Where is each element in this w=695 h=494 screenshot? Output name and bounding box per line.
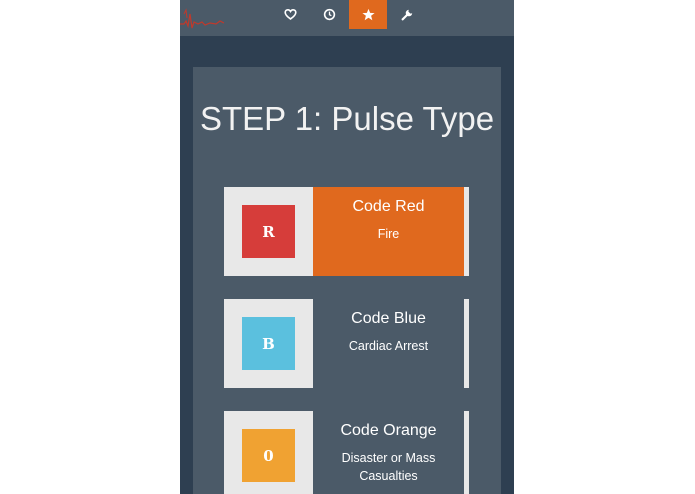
code-blue-description: Cardiac Arrest [348, 339, 429, 353]
app-window: STEP 1: Pulse Type R Code Red Fire B Cod… [180, 0, 514, 494]
nav-heart-tab[interactable] [271, 0, 309, 29]
code-orange-name: Code Orange [340, 422, 437, 439]
code-orange-body: Code Orange Disaster or Mass Casualties [313, 411, 464, 494]
code-orange-option[interactable]: 0 Code Orange Disaster or Mass Casualtie… [224, 411, 469, 494]
code-orange-icon-box: 0 [224, 411, 313, 494]
code-blue-icon-box: B [224, 299, 313, 388]
code-red-body: Code Red Fire [313, 187, 464, 276]
wrench-icon [401, 9, 412, 21]
code-blue-option[interactable]: B Code Blue Cardiac Arrest [224, 299, 469, 388]
top-nav-bar [180, 0, 514, 36]
nav-star-tab[interactable] [349, 0, 387, 29]
code-blue-letter-badge: B [242, 317, 295, 370]
card-edge [464, 299, 469, 388]
code-red-description: Fire [377, 227, 400, 241]
code-blue-name: Code Blue [351, 310, 426, 327]
clock-icon [323, 8, 335, 21]
nav-clock-tab[interactable] [310, 0, 348, 29]
code-red-option[interactable]: R Code Red Fire [224, 187, 469, 276]
code-red-name: Code Red [352, 198, 425, 215]
content-panel: STEP 1: Pulse Type R Code Red Fire B Cod… [193, 67, 501, 494]
card-edge [464, 411, 469, 494]
code-red-icon-box: R [224, 187, 313, 276]
code-orange-description: Disaster or Mass Casualties [341, 451, 436, 483]
code-blue-body: Code Blue Cardiac Arrest [313, 299, 464, 388]
code-red-letter-badge: R [242, 205, 295, 258]
code-orange-letter-badge: 0 [242, 429, 295, 482]
heart-icon [283, 8, 297, 20]
star-icon [361, 8, 375, 21]
heartbeat-logo-icon [180, 8, 224, 29]
page-title: STEP 1: Pulse Type [199, 100, 495, 137]
nav-wrench-tab[interactable] [388, 0, 426, 29]
card-edge [464, 187, 469, 276]
